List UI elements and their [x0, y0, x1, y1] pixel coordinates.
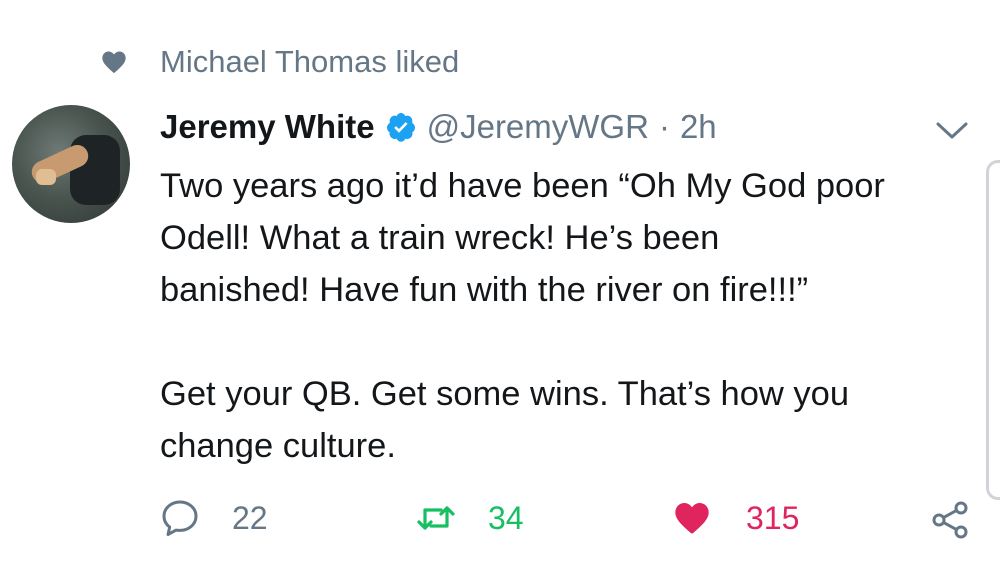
tweet-timestamp[interactable]: 2h — [680, 108, 717, 146]
scrollbar[interactable] — [986, 160, 1000, 500]
reply-count: 22 — [232, 499, 268, 536]
heart-icon — [102, 51, 126, 73]
tweet-text-line: Odell! What a train wreck! He’s been — [160, 219, 720, 257]
tweet-text-line: change culture. — [160, 427, 396, 465]
social-context[interactable]: Michael Thomas liked — [100, 44, 459, 80]
share-icon[interactable] — [930, 500, 970, 540]
author-handle[interactable]: @JeremyWGR — [427, 108, 649, 146]
author-name[interactable]: Jeremy White — [160, 108, 375, 146]
social-context-text: Michael Thomas liked — [160, 44, 460, 79]
like-button[interactable]: 315 — [672, 498, 799, 538]
retweet-button[interactable]: 34 — [416, 498, 524, 538]
chevron-down-icon[interactable] — [935, 120, 969, 142]
tweet-actions: 22 34 315 — [160, 498, 980, 548]
avatar[interactable] — [12, 105, 130, 223]
tweet-text-line: banished! Have fun with the river on fir… — [160, 271, 809, 309]
tweet-text-line: Two years ago it’d have been “Oh My God … — [160, 167, 885, 205]
tweet-text: Two years ago it’d have been “Oh My God … — [160, 160, 990, 472]
like-count: 315 — [746, 499, 800, 536]
verified-badge-icon — [386, 113, 415, 142]
reply-button[interactable]: 22 — [160, 498, 268, 538]
separator-dot: · — [658, 108, 670, 145]
retweet-icon — [417, 506, 455, 530]
reply-icon — [162, 500, 198, 536]
retweet-count: 34 — [488, 499, 524, 536]
tweet-header: Jeremy White @JeremyWGR · 2h — [160, 108, 980, 146]
tweet-text-line: Get your QB. Get some wins. That’s how y… — [160, 375, 850, 413]
heart-icon — [675, 503, 709, 534]
